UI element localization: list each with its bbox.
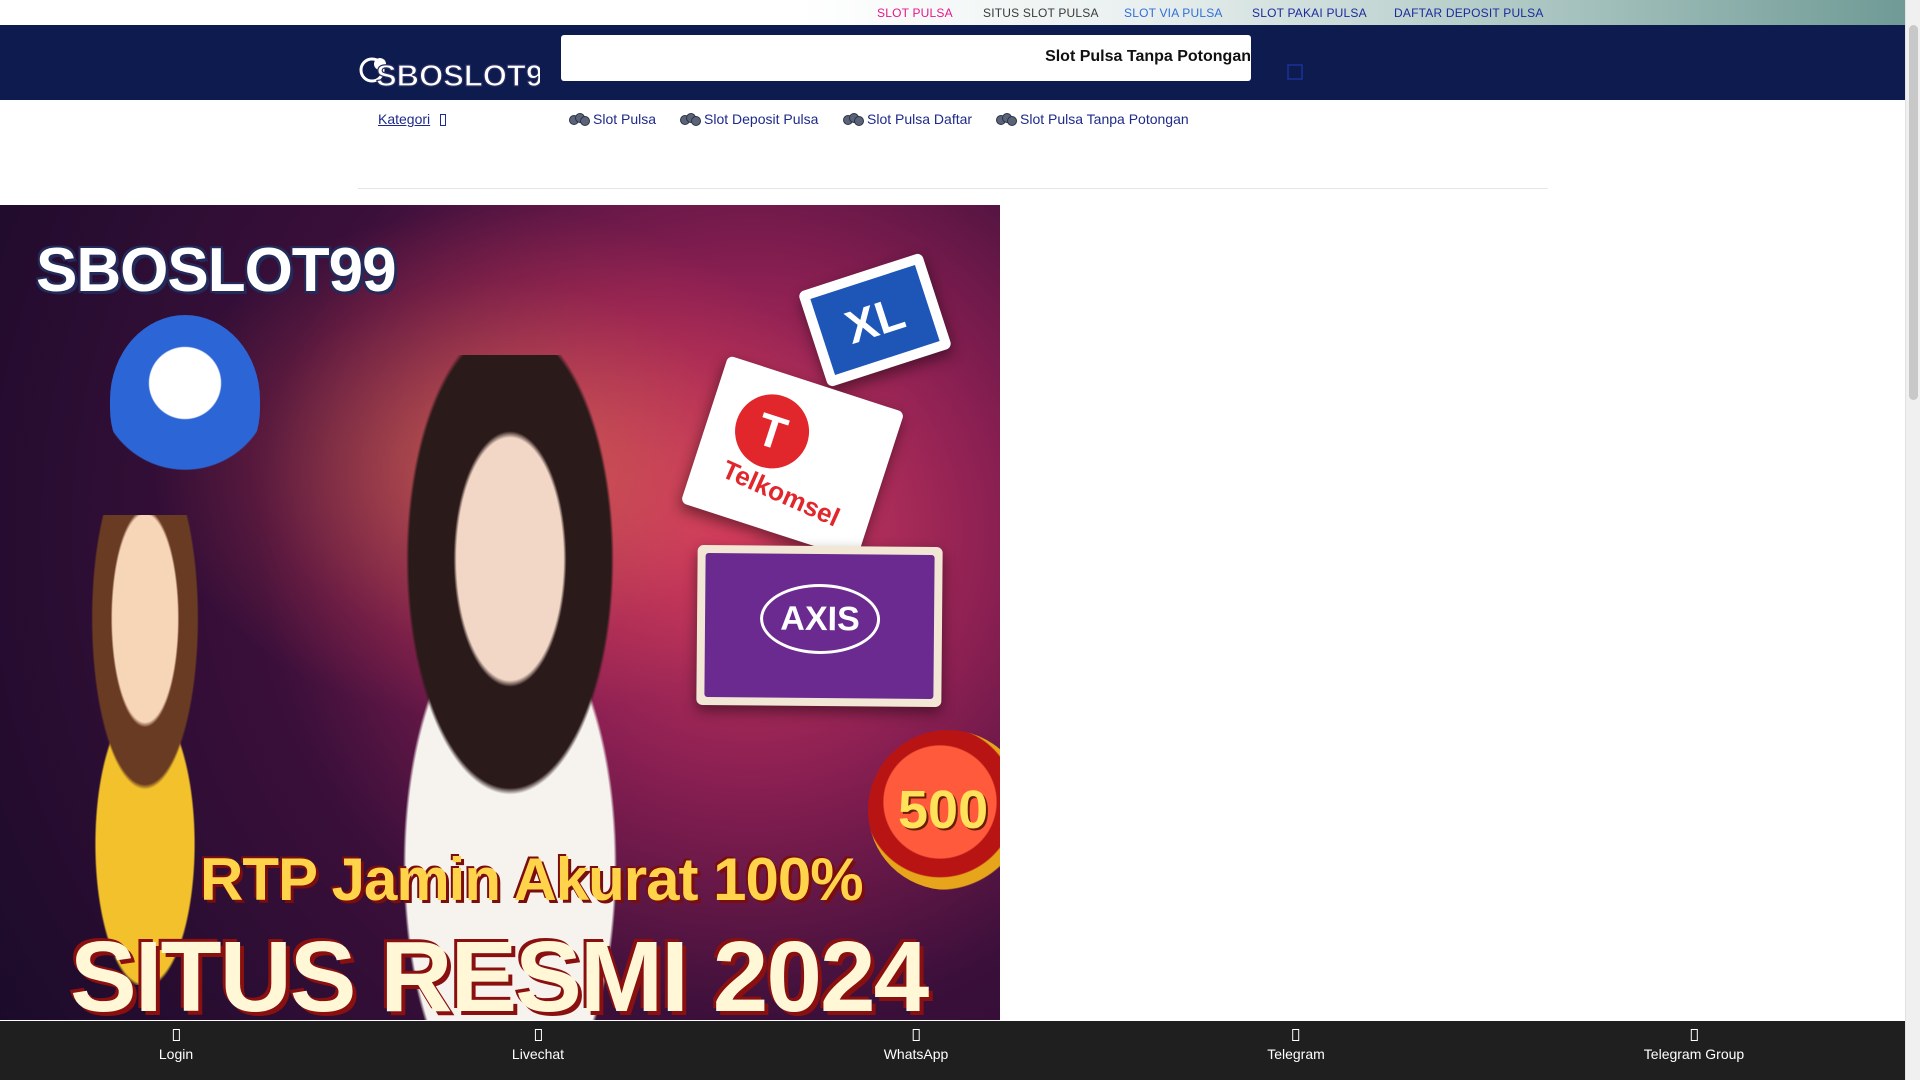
nav-item-slot-pulsa-daftar[interactable]: Slot Pulsa Daftar	[843, 111, 972, 127]
nav-item-slot-pulsa[interactable]: Slot Pulsa	[569, 111, 656, 127]
chibi-character	[30, 515, 260, 985]
login-button[interactable]: Login	[159, 1029, 193, 1062]
nav-item-label: Slot Pulsa Daftar	[867, 111, 973, 127]
telegram-group-button[interactable]: Telegram Group	[1644, 1029, 1744, 1062]
whatsapp-button[interactable]: WhatsApp	[883, 1029, 949, 1062]
top-link-daftar-deposit-pulsa[interactable]: DAFTAR DEPOSIT PULSA	[1394, 6, 1544, 20]
scrollbar-thumb[interactable]	[1909, 25, 1918, 400]
banner-headline-rtp: RTP Jamin Akurat 100%	[200, 846, 864, 913]
telegram-label: Telegram	[1267, 1046, 1325, 1062]
login-icon	[172, 1029, 180, 1041]
axis-card-face: AXIS	[704, 553, 935, 699]
nav-item-label: Slot Deposit Pulsa	[704, 111, 819, 127]
livechat-label: Livechat	[511, 1046, 565, 1062]
promo-banner[interactable]: SBOSLOT99 XL T Telkomsel AXIS 500 RTP Ja…	[0, 205, 1000, 1020]
kategori-menu-toggle[interactable]: Kategori	[378, 111, 447, 127]
top-link-slot-pulsa[interactable]: SLOT PULSA	[877, 6, 953, 20]
top-link-slot-pakai-pulsa[interactable]: SLOT PAKAI PULSA	[1252, 6, 1367, 20]
telegram-group-icon	[1690, 1029, 1698, 1041]
banner-headline-situs: SITUS RESMI 2024	[70, 921, 929, 1020]
chevron-down-icon	[440, 114, 447, 126]
nav-item-label: Slot Pulsa Tanpa Potongan	[1020, 111, 1189, 127]
telegram-icon	[1292, 1029, 1300, 1041]
search-field[interactable]: Slot Pulsa Tanpa Potongan	[561, 35, 1251, 81]
axis-card: AXIS	[696, 544, 943, 708]
site-logo-graphic: SBOSLOT99	[359, 57, 561, 94]
top-link-situs-slot-pulsa[interactable]: SITUS SLOT PULSA	[983, 6, 1099, 20]
bonus-500-badge: 500	[868, 730, 1000, 890]
xl-logo: XL	[810, 264, 940, 376]
banner-logo: SBOSLOT99	[36, 236, 397, 305]
page-scrollbar[interactable]	[1905, 0, 1920, 1080]
coins-icon	[680, 112, 701, 126]
search-field-value: Slot Pulsa Tanpa Potongan	[1045, 48, 1251, 65]
nav-item-label: Slot Pulsa	[593, 111, 657, 127]
telegram-button[interactable]: Telegram	[1267, 1029, 1325, 1062]
svg-text:SBOSLOT99: SBOSLOT99	[376, 58, 540, 93]
top-link-strip: SLOT PULSA SITUS SLOT PULSA SLOT VIA PUL…	[0, 0, 1905, 25]
kategori-label: Kategori	[378, 111, 431, 127]
coins-icon	[569, 112, 590, 126]
penguin-mascot	[110, 315, 260, 485]
site-logo[interactable]: SBOSLOT99	[358, 50, 561, 94]
coins-icon	[996, 112, 1017, 126]
telegram-group-label: Telegram Group	[1643, 1046, 1745, 1062]
nav-item-slot-deposit-pulsa[interactable]: Slot Deposit Pulsa	[680, 111, 818, 127]
whatsapp-label: WhatsApp	[883, 1046, 949, 1062]
coins-icon	[843, 112, 864, 126]
livechat-button[interactable]: Livechat	[512, 1029, 564, 1062]
chat-icon	[534, 1029, 542, 1041]
whatsapp-icon	[912, 1029, 920, 1041]
login-label: Login	[158, 1046, 194, 1062]
top-link-slot-via-pulsa[interactable]: SLOT VIA PULSA	[1124, 6, 1223, 20]
search-icon[interactable]	[1285, 62, 1307, 84]
nav-item-slot-pulsa-tanpa-potongan[interactable]: Slot Pulsa Tanpa Potongan	[996, 111, 1189, 127]
bottom-action-bar: Login Livechat WhatsApp Telegram Telegra…	[0, 1021, 1905, 1080]
nav-divider	[358, 188, 1548, 189]
axis-logo: AXIS	[759, 583, 881, 655]
category-nav: Kategori Slot Pulsa Slot Deposit Pulsa S…	[0, 100, 1905, 190]
